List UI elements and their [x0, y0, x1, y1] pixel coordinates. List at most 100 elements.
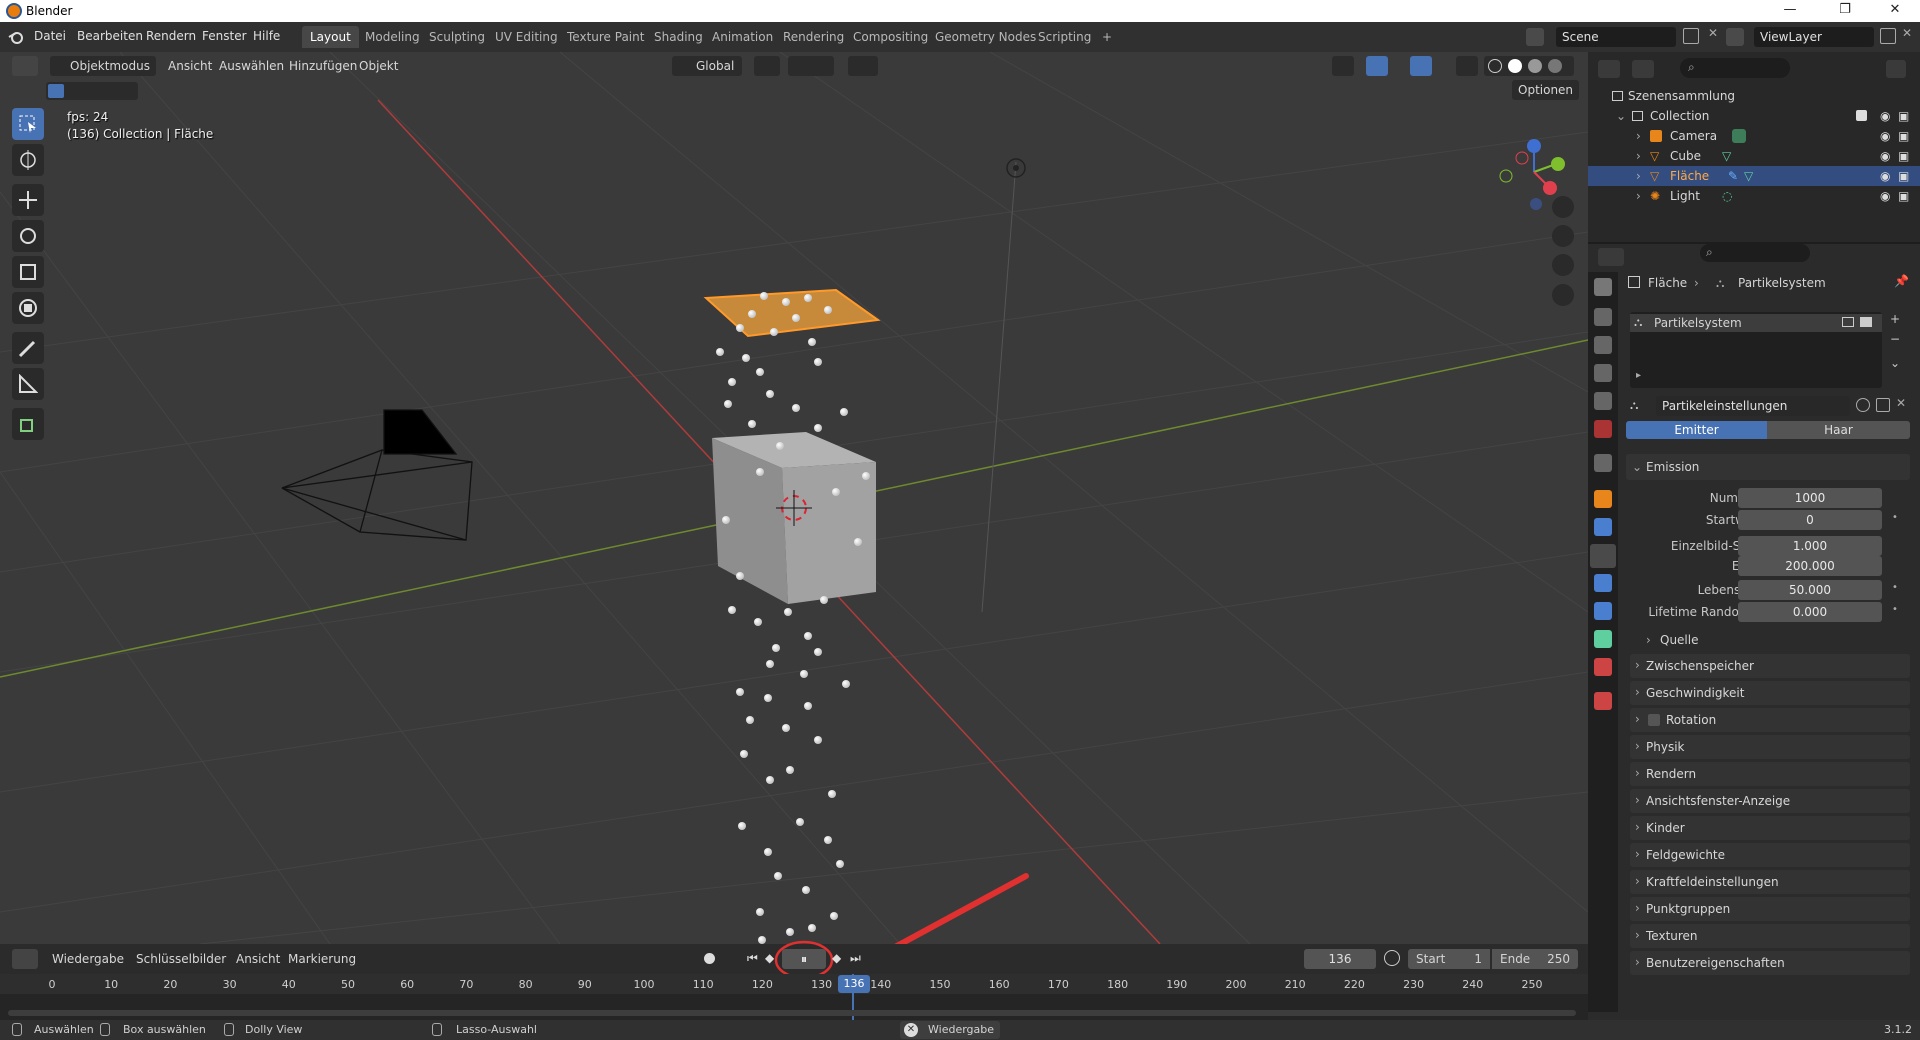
tab-layout[interactable]: Layout	[302, 26, 359, 48]
record-icon[interactable]	[704, 953, 715, 964]
scene-name-field[interactable]: Scene	[1556, 27, 1676, 47]
transform-tool[interactable]	[12, 292, 44, 324]
cursor-tool[interactable]	[12, 144, 44, 176]
menu-hinzufuegen[interactable]: Hinzufügen	[289, 56, 357, 76]
world-tab-icon[interactable]	[1594, 420, 1612, 438]
new-scene-icon[interactable]	[1683, 28, 1699, 44]
delete-viewlayer-icon[interactable]: ✕	[1902, 26, 1912, 40]
keyframe-dot-icon[interactable]: •	[1892, 512, 1898, 523]
eye-icon[interactable]: ◉	[1880, 126, 1890, 146]
solid-shading-icon[interactable]	[1508, 59, 1522, 73]
menu-markierung[interactable]: Markierung	[288, 949, 356, 969]
expand-icon[interactable]: ›	[1636, 186, 1641, 206]
maximize-button[interactable]: ❐	[1825, 2, 1865, 17]
properties-editor-type-icon[interactable]	[1598, 248, 1624, 266]
tab-modeling[interactable]: Modeling	[357, 26, 428, 48]
jump-end-icon[interactable]: ⏭	[850, 951, 861, 966]
outliner-item-cube[interactable]: › ▽ Cube ▽ ◉ ▣	[1588, 146, 1920, 166]
mode-dropdown[interactable]: Objektmodus	[50, 56, 156, 76]
scene-browse-icon[interactable]	[1526, 28, 1544, 46]
physics-tab-icon[interactable]	[1594, 574, 1612, 592]
xray-toggle-icon[interactable]	[1456, 56, 1478, 76]
fake-user-icon[interactable]	[1856, 398, 1870, 412]
perspective-toggle-icon[interactable]	[1552, 284, 1574, 306]
menu-ansicht-timeline[interactable]: Ansicht	[236, 949, 280, 969]
clock-icon[interactable]	[1384, 950, 1400, 966]
panel-punktgruppen[interactable]: Punktgruppen	[1630, 896, 1910, 921]
collection-tab-icon[interactable]	[1594, 454, 1612, 472]
render-tab-icon[interactable]	[1594, 308, 1612, 326]
add-workspace-button[interactable]: +	[1094, 26, 1120, 48]
zoom-icon[interactable]	[1552, 196, 1574, 218]
render-camera-icon[interactable]: ▣	[1898, 146, 1909, 166]
start-frame-field[interactable]: Start 1	[1408, 949, 1490, 969]
modifier-tab-icon[interactable]	[1594, 518, 1612, 536]
outliner-collection[interactable]: ⌄ Collection ◉ ▣	[1588, 106, 1920, 126]
visibility-icon[interactable]	[1332, 56, 1354, 76]
panel-kraftfeldeinstellungen[interactable]: Kraftfeldeinstellungen	[1630, 869, 1910, 894]
particles-tab-icon[interactable]	[1590, 544, 1616, 568]
new-viewlayer-icon[interactable]	[1880, 28, 1896, 44]
emission-panel-header[interactable]: ⌄ Emission	[1626, 454, 1910, 480]
properties-search-input[interactable]	[1700, 244, 1810, 262]
snap-icon[interactable]	[788, 56, 834, 76]
collapse-icon[interactable]: ⌄	[1616, 106, 1626, 126]
expand-icon[interactable]: ›	[1636, 166, 1641, 186]
select-mode-buttons[interactable]	[46, 82, 138, 100]
gizmo-toggle-icon[interactable]	[1366, 56, 1388, 76]
panel-geschwindigkeit[interactable]: Geschwindigkeit	[1630, 680, 1910, 705]
measure-tool[interactable]	[12, 368, 44, 400]
panel-texturen[interactable]: Texturen	[1630, 923, 1910, 948]
collection-checkbox[interactable]	[1856, 110, 1867, 121]
display-mode-icon[interactable]	[1632, 60, 1654, 78]
modifier-wrench-icon[interactable]: ✎	[1728, 166, 1738, 186]
menu-fenster[interactable]: Fenster	[202, 29, 247, 43]
menu-rendern[interactable]: Rendern	[146, 29, 196, 43]
tab-geometry-nodes[interactable]: Geometry Nodes	[927, 26, 1044, 48]
menu-bearbeiten[interactable]: Bearbeiten	[77, 29, 143, 43]
field-end[interactable]: 200.000	[1738, 556, 1882, 576]
menu-auswaehlen[interactable]: Auswählen	[219, 56, 284, 76]
eye-icon[interactable]: ◉	[1880, 146, 1890, 166]
editor-type-icon[interactable]	[12, 56, 38, 76]
material-tab-icon[interactable]	[1594, 658, 1612, 676]
outliner-item-light[interactable]: › ✺ Light ◌ ◉ ▣	[1588, 186, 1920, 206]
list-menu-icon[interactable]: ⌄	[1890, 356, 1900, 370]
proportional-edit-icon[interactable]	[848, 56, 878, 76]
viewlayer-browse-icon[interactable]	[1726, 28, 1744, 46]
texture-tab-icon[interactable]	[1594, 692, 1612, 710]
rotate-tool[interactable]	[12, 220, 44, 252]
current-frame-field[interactable]: 136	[1304, 949, 1376, 969]
timeline-area[interactable]: 0 10 20 30 40 50 60 70 80 90 100 110 120 130 140 150 160…	[0, 974, 1588, 1020]
outliner-search-input[interactable]	[1680, 58, 1790, 78]
panel-rotation[interactable]: Rotation	[1630, 707, 1910, 732]
particle-system-list-item[interactable]: ⛬ Partikelsystem	[1630, 314, 1882, 332]
field-nummer[interactable]: 1000	[1738, 488, 1882, 508]
tab-sculpting[interactable]: Sculpting	[421, 26, 493, 48]
camera-data-icon[interactable]	[1732, 129, 1746, 143]
duplicate-settings-icon[interactable]	[1876, 398, 1890, 412]
material-shading-icon[interactable]	[1528, 59, 1542, 73]
remove-particle-system-button[interactable]: −	[1890, 332, 1900, 346]
camera-view-icon[interactable]	[1552, 254, 1574, 276]
minimize-button[interactable]: —	[1770, 2, 1810, 17]
tab-uv-editing[interactable]: UV Editing	[487, 26, 566, 48]
tab-texture-paint[interactable]: Texture Paint	[559, 26, 652, 48]
select-box-tool[interactable]	[12, 108, 44, 140]
light-object[interactable]	[1006, 158, 1026, 178]
overlay-toggle-icon[interactable]	[1410, 56, 1432, 76]
panel-kinder[interactable]: Kinder	[1630, 815, 1910, 840]
wireframe-shading-icon[interactable]	[1488, 59, 1502, 73]
pan-hand-icon[interactable]	[1552, 225, 1574, 247]
tab-rendering[interactable]: Rendering	[775, 26, 852, 48]
field-frame-start[interactable]: 1.000	[1738, 536, 1882, 556]
light-data-icon[interactable]: ◌	[1722, 186, 1732, 206]
rendered-shading-icon[interactable]	[1548, 59, 1562, 73]
rotation-checkbox[interactable]	[1648, 714, 1660, 726]
field-startwert[interactable]: 0	[1738, 510, 1882, 530]
tab-compositing[interactable]: Compositing	[845, 26, 936, 48]
keyframe-dot-icon[interactable]: •	[1892, 582, 1898, 593]
eye-icon[interactable]: ◉	[1880, 106, 1890, 126]
cancel-playback-icon[interactable]: ✕	[904, 1023, 918, 1037]
3d-viewport[interactable]	[0, 52, 1588, 944]
